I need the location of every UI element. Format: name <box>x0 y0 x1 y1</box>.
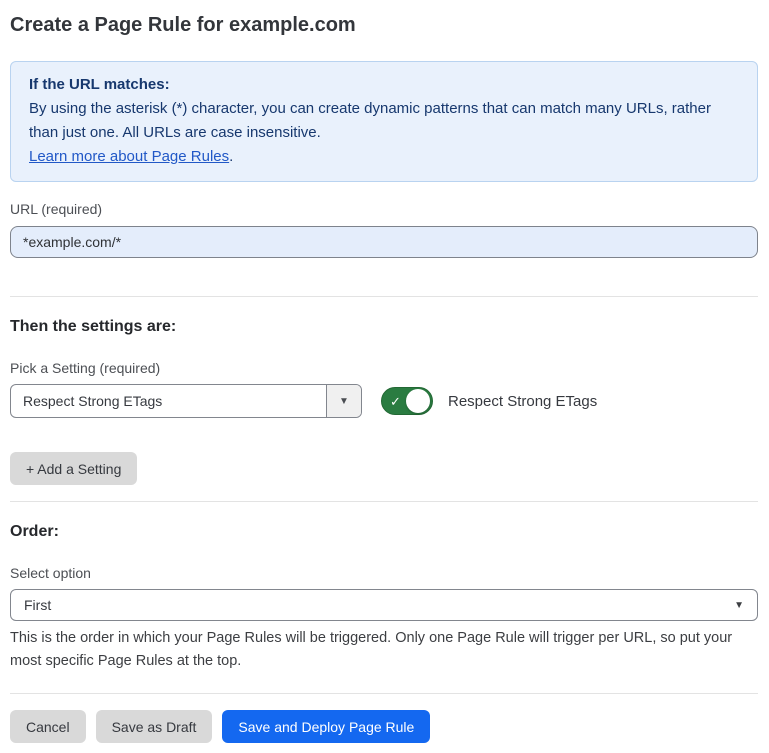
page-rule-form: Create a Page Rule for example.com If th… <box>0 0 769 753</box>
order-select-label: Select option <box>10 564 758 582</box>
add-setting-button[interactable]: + Add a Setting <box>10 452 137 485</box>
page-title: Create a Page Rule for example.com <box>10 12 758 38</box>
order-help-text: This is the order in which your Page Rul… <box>10 627 758 673</box>
setting-picker-label: Pick a Setting (required) <box>10 359 758 377</box>
form-actions: Cancel Save as Draft Save and Deploy Pag… <box>10 710 758 743</box>
section-divider <box>10 501 758 502</box>
setting-select-value: Respect Strong ETags <box>11 385 326 417</box>
setting-row: Respect Strong ETags ▼ ✓ Respect Strong … <box>10 384 758 418</box>
order-select-value: First <box>24 597 51 613</box>
cancel-button[interactable]: Cancel <box>10 710 86 743</box>
section-divider <box>10 693 758 694</box>
caret-down-icon: ▼ <box>339 396 349 407</box>
settings-heading: Then the settings are: <box>10 317 758 337</box>
info-box-link-line: Learn more about Page Rules. <box>29 145 739 169</box>
toggle-label: Respect Strong ETags <box>448 393 597 410</box>
link-period: . <box>229 148 233 165</box>
check-icon: ✓ <box>390 395 401 408</box>
save-deploy-button[interactable]: Save and Deploy Page Rule <box>222 710 430 743</box>
setting-select-dropdown-button[interactable]: ▼ <box>326 385 361 417</box>
info-box-heading: If the URL matches: <box>29 73 739 97</box>
setting-select[interactable]: Respect Strong ETags ▼ <box>10 384 362 418</box>
url-label: URL (required) <box>10 200 758 218</box>
learn-more-link[interactable]: Learn more about Page Rules <box>29 148 229 165</box>
order-select[interactable]: First ▼ <box>10 589 758 621</box>
toggle-knob <box>406 389 430 413</box>
setting-toggle[interactable]: ✓ <box>381 387 433 415</box>
section-divider <box>10 296 758 297</box>
order-heading: Order: <box>10 522 758 542</box>
url-input[interactable] <box>10 226 758 258</box>
save-draft-button[interactable]: Save as Draft <box>96 710 213 743</box>
url-match-info-box: If the URL matches: By using the asteris… <box>10 61 758 182</box>
caret-down-icon: ▼ <box>734 600 744 611</box>
info-box-body: By using the asterisk (*) character, you… <box>29 97 739 145</box>
